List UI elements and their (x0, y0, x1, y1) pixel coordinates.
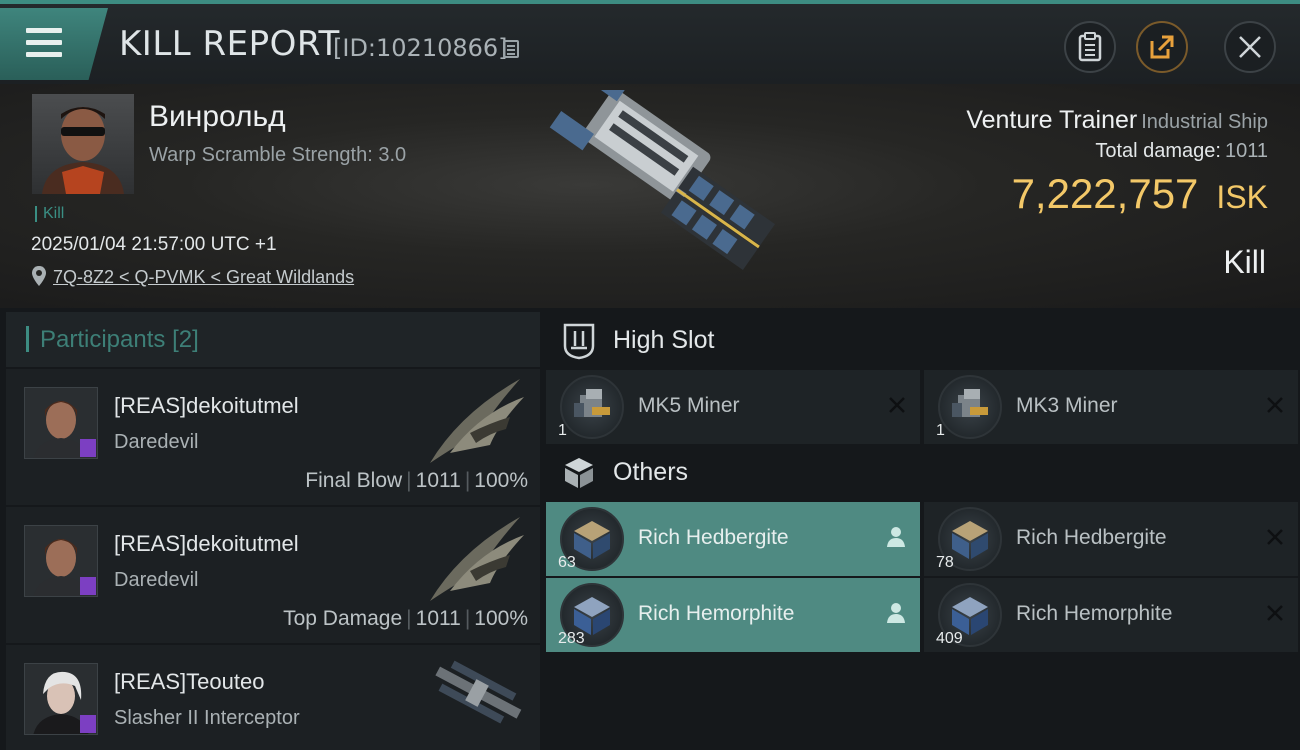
participant-name: [REAS]dekoitutmel (114, 393, 299, 418)
victim-name[interactable]: Винрольд (149, 100, 286, 134)
item-count: 1 (558, 422, 567, 439)
clipboard-button[interactable] (1064, 21, 1116, 73)
share-button[interactable] (1136, 21, 1188, 73)
divider: | (406, 469, 412, 492)
isk-value: 7,222,757 (1011, 170, 1199, 217)
person-icon (887, 603, 905, 623)
victim-ship-class: Industrial Ship (1141, 111, 1268, 133)
participant-name: [REAS]Teouteo (114, 669, 265, 694)
participant-ship-image (430, 379, 524, 463)
clipboard-icon (1078, 32, 1102, 62)
item-count: 283 (558, 630, 585, 647)
participant-row[interactable]: [REAS]Teouteo Slasher II Interceptor (6, 645, 540, 750)
warp-scramble-strength: Warp Scramble Strength: 3.0 (149, 144, 407, 166)
item-count: 409 (936, 630, 963, 647)
participants-title: Participants [2] (40, 326, 199, 354)
participant-stats: Top Damage | 1011 | 100% (283, 607, 528, 631)
cargo-cube-icon (565, 458, 593, 488)
divider: | (406, 607, 412, 630)
hamburger-icon (26, 28, 62, 58)
share-icon (1150, 35, 1174, 59)
participant-ship: Slasher II Interceptor (114, 707, 300, 729)
victim-avatar[interactable] (32, 94, 134, 194)
item-name: Rich Hemorphite (638, 602, 795, 625)
divider: | (464, 607, 471, 630)
participants-panel: Participants [2] [REAS]dekoitutmel Dared… (6, 312, 540, 750)
result-label: Kill (1223, 244, 1266, 280)
isk-value-row: 7,222,757 ISK (1012, 170, 1268, 218)
others-title: Others (613, 458, 689, 486)
cargo-item-dropped[interactable]: 63 Rich Hedbergite (546, 502, 920, 576)
total-damage-value: 1011 (1224, 140, 1268, 162)
participant-ship: Daredevil (114, 431, 199, 453)
divider: | (464, 469, 471, 492)
cargo-item-destroyed[interactable]: 78 Rich Hedbergite (924, 502, 1298, 576)
participant-damage: 1011 (415, 469, 461, 492)
high-slot-header: High Slot (546, 312, 1300, 372)
page-title: KILL REPORT (119, 24, 340, 64)
participant-damage: 1011 (415, 607, 461, 630)
item-name: Rich Hedbergite (1016, 526, 1167, 549)
info-badge-icon[interactable] (80, 577, 96, 595)
item-count: 78 (936, 554, 954, 571)
cargo-item-destroyed[interactable]: 409 Rich Hemorphite (924, 578, 1298, 652)
participant-role: Final Blow (305, 469, 403, 492)
kill-tag: Kill (35, 206, 64, 222)
item-name: MK5 Miner (638, 394, 740, 417)
isk-unit: ISK (1216, 179, 1268, 215)
kill-datetime: 2025/01/04 21:57:00 UTC +1 (31, 234, 277, 255)
high-slot-icon (563, 323, 595, 360)
participant-percent: 100% (474, 607, 528, 630)
item-name: Rich Hemorphite (1016, 602, 1173, 625)
item-name: MK3 Miner (1016, 394, 1118, 417)
participants-title-text: Participants (40, 326, 166, 353)
module-item[interactable]: 1 MK5 Miner (546, 370, 920, 444)
participants-header[interactable]: Participants [2] (6, 312, 540, 367)
report-id: [ID:10210866] (333, 34, 508, 62)
kill-location-link[interactable]: 7Q-8Z2 < Q-PVMK < Great Wildlands (53, 267, 354, 288)
participants-count: [2] (172, 326, 199, 353)
portrait-icon (42, 107, 124, 194)
person-icon (887, 527, 905, 547)
accent-bar (26, 326, 29, 352)
item-count: 1 (936, 422, 945, 439)
participant-stats: Final Blow | 1011 | 100% (305, 469, 528, 493)
location-pin-icon (32, 266, 46, 286)
total-damage-label: Total damage: (1095, 140, 1221, 162)
info-badge-icon[interactable] (80, 715, 96, 733)
participant-row[interactable]: [REAS]dekoitutmel Daredevil Top Damage | 1… (6, 507, 540, 643)
destroyed-x-icon (1267, 397, 1283, 413)
destroyed-x-icon (889, 397, 905, 413)
destroyed-x-icon (1267, 529, 1283, 545)
participant-ship-image (435, 660, 522, 724)
participant-role: Top Damage (283, 607, 403, 630)
victim-summary: Винрольд Warp Scramble Strength: 3.0 Kil… (0, 84, 1300, 308)
miner-icon (938, 375, 1002, 439)
victim-ship[interactable]: Venture Trainer Industrial Ship (966, 106, 1268, 135)
info-badge-icon[interactable] (80, 439, 96, 457)
participant-percent: 100% (474, 469, 528, 492)
header-bar: KILL REPORT [ID:10210866] (0, 0, 1300, 84)
victim-ship-name: Venture Trainer (966, 106, 1138, 134)
victim-ship-image (549, 90, 776, 270)
participant-name: [REAS]dekoitutmel (114, 531, 299, 556)
item-name: Rich Hedbergite (638, 526, 789, 549)
copy-icon[interactable] (503, 40, 519, 58)
destroyed-x-icon (1267, 605, 1283, 621)
close-button[interactable] (1224, 21, 1276, 73)
participant-ship: Daredevil (114, 569, 199, 591)
miner-icon (560, 375, 624, 439)
participant-ship-image (430, 517, 524, 601)
others-header: Others (546, 444, 1300, 504)
cargo-item-dropped[interactable]: 283 Rich Hemorphite (546, 578, 920, 652)
item-count: 63 (558, 554, 576, 571)
module-item[interactable]: 1 MK3 Miner (924, 370, 1298, 444)
menu-button[interactable] (0, 8, 108, 80)
close-icon (1239, 36, 1261, 58)
participant-row[interactable]: [REAS]dekoitutmel Daredevil Final Blow | 1… (6, 369, 540, 505)
high-slot-title: High Slot (613, 326, 715, 354)
total-damage: Total damage: 1011 (1095, 140, 1268, 163)
